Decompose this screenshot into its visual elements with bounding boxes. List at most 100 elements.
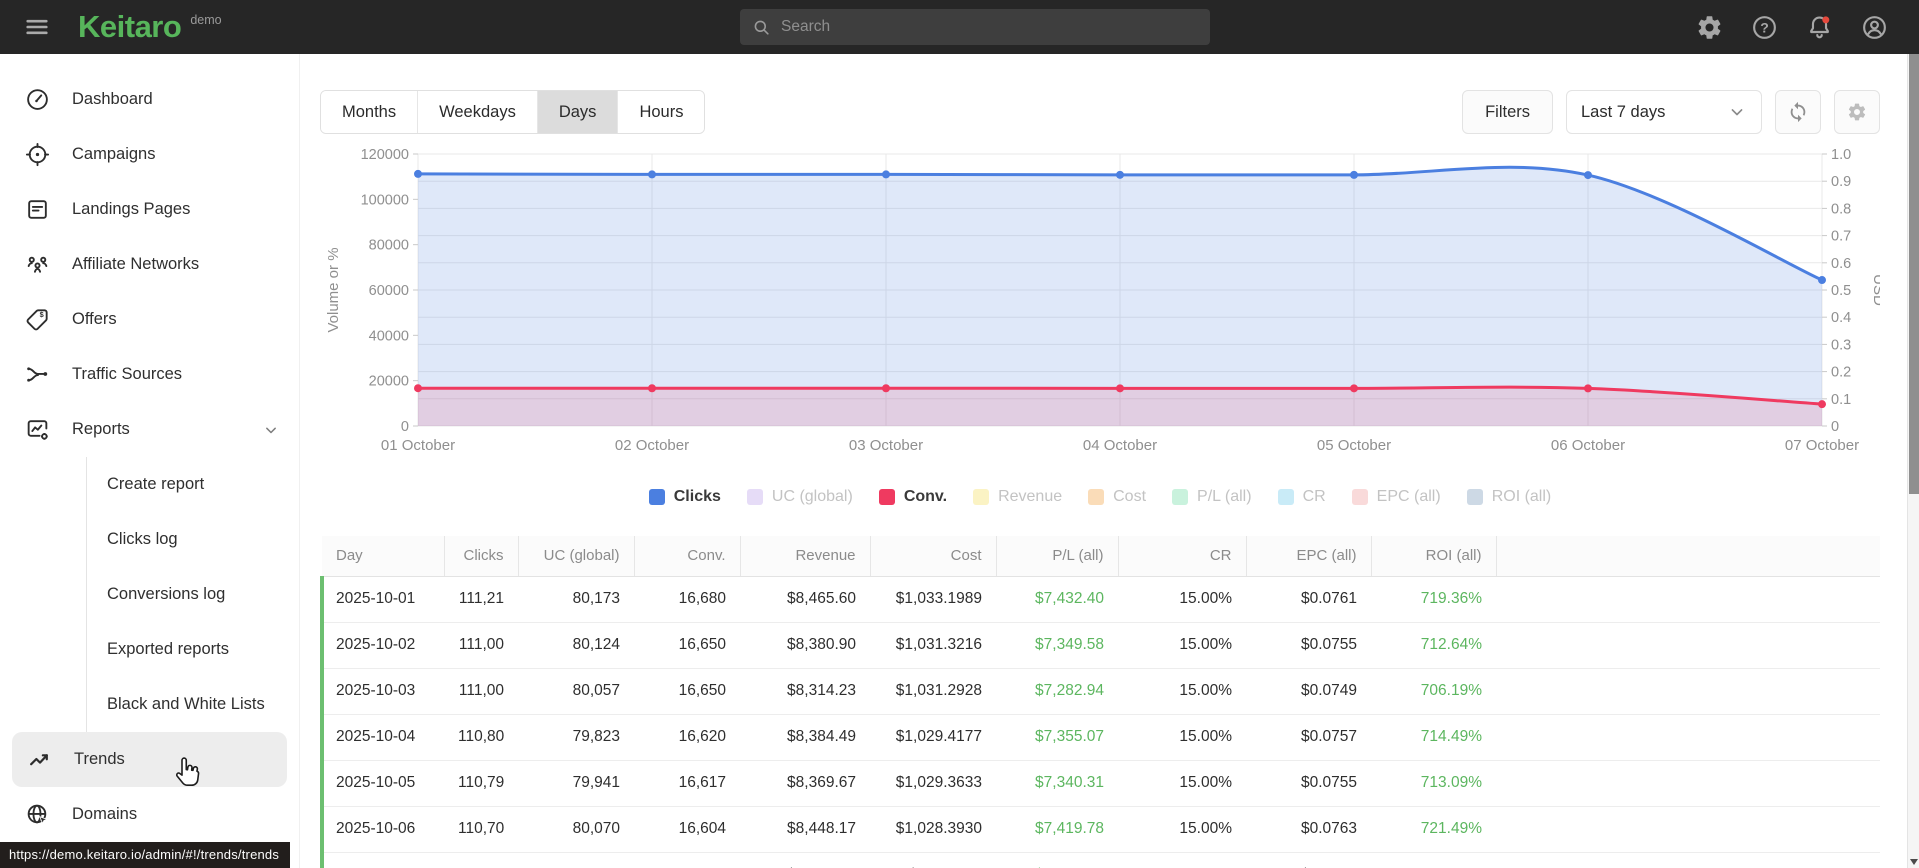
legend-item-uc-global[interactable]: UC (global) — [746, 488, 853, 506]
table-row: 2025-10-05 110,79 79,941 16,617 $8,369.67 $1,… — [320, 759, 1880, 806]
cell-epc-all: $0.0757 — [1246, 713, 1371, 760]
cell-cost: $1,031.3216 — [870, 621, 996, 668]
chevron-down-icon — [1727, 102, 1747, 122]
legend-label: ROI (all) — [1491, 488, 1552, 505]
sidebar-item-clicks-log[interactable]: Clicks log — [87, 512, 299, 567]
cell-revenue: $8,465.60 — [740, 576, 870, 622]
legend-item-clicks[interactable]: Clicks — [648, 488, 721, 506]
cell-roi-all: 712.50% — [1371, 851, 1496, 868]
cell-p-l-all: $7,419.78 — [996, 805, 1118, 852]
cell-roi-all: 721.49% — [1371, 805, 1496, 852]
sidebar-item-affiliate-networks[interactable]: Affiliate Networks — [0, 237, 299, 292]
trends-chart-svg: 0 20000 40000 60000 80000 100000 120000 0 0.1 0.2… — [325, 147, 1887, 454]
tab-weekdays[interactable]: Weekdays — [417, 91, 537, 133]
cell-day: 2025-10-03 — [320, 667, 444, 714]
cell-day: 2025-10-01 — [320, 576, 444, 622]
tab-days[interactable]: Days — [536, 91, 618, 133]
legend-item-revenue[interactable]: Revenue — [973, 488, 1062, 506]
tab-months[interactable]: Months — [321, 91, 418, 133]
reports-icon — [24, 417, 50, 443]
svg-text:0.7: 0.7 — [1831, 229, 1851, 245]
sidebar-item-exported-reports[interactable]: Exported reports — [87, 622, 299, 677]
cell-cr: 15.00% — [1118, 805, 1246, 852]
cell-cost: $1,028.3930 — [870, 805, 996, 852]
sidebar-item-landings-pages[interactable]: Landings Pages — [0, 182, 299, 237]
svg-text:80000: 80000 — [369, 238, 409, 254]
legend-swatch — [1351, 489, 1368, 505]
svg-text:USD: USD — [1870, 274, 1880, 306]
sidebar-item-domains[interactable]: Domains — [0, 787, 299, 842]
sidebar-item-label: Dashboard — [72, 90, 153, 108]
cell-filler — [1496, 576, 1880, 622]
trends-chart: 0 20000 40000 60000 80000 100000 120000 0 0.1 0.2… — [320, 146, 1887, 468]
column-header-cost: Cost — [869, 536, 996, 577]
legend-swatch — [1172, 489, 1189, 505]
chart-settings-button[interactable] — [1834, 90, 1880, 134]
cell-p-l-all: $7,432.40 — [996, 576, 1118, 622]
cell-clicks: 110,80 — [444, 713, 518, 760]
svg-text:100000: 100000 — [361, 192, 409, 208]
hamburger-menu-icon[interactable] — [20, 10, 54, 44]
svg-text:60000: 60000 — [369, 283, 409, 299]
svg-text:Volume or %: Volume or % — [325, 247, 342, 332]
cell-uc-global: 80,057 — [518, 667, 634, 714]
env-label: demo — [190, 13, 222, 27]
table-row: 2025-10-02 111,00 80,124 16,650 $8,380.90 $1,… — [320, 621, 1880, 668]
sidebar-item-traffic-sources[interactable]: Traffic Sources — [0, 347, 299, 402]
cell-clicks: 110,70 — [444, 805, 518, 852]
sidebar-item-offers[interactable]: $ Offers — [0, 292, 299, 347]
cell-clicks: 64,40 — [444, 851, 518, 868]
date-range-value: Last 7 days — [1581, 102, 1666, 121]
legend-item-cost[interactable]: Cost — [1088, 488, 1146, 506]
sidebar-item-conversions-log[interactable]: Conversions log — [87, 567, 299, 622]
tab-hours[interactable]: Hours — [617, 91, 705, 133]
user-avatar-icon[interactable] — [1859, 12, 1889, 42]
cell-cost: $1,029.4177 — [870, 713, 996, 760]
sidebar-item-trends[interactable]: Trends — [12, 732, 287, 787]
notifications-bell-icon[interactable] — [1804, 12, 1834, 42]
settings-gear-icon[interactable] — [1694, 12, 1724, 42]
cell-filler — [1496, 667, 1880, 714]
cell-cr: 15.00% — [1118, 667, 1246, 714]
legend-swatch — [1277, 489, 1294, 505]
cell-conv: 9,642 — [634, 851, 740, 868]
legend-label: Revenue — [998, 488, 1063, 505]
sidebar-item-label: Traffic Sources — [72, 365, 183, 383]
legend-label: CR — [1302, 488, 1326, 505]
column-header-day: Day — [322, 536, 444, 577]
legend-item-epc-all[interactable]: EPC (all) — [1351, 488, 1441, 506]
cell-cost: $1,031.2928 — [870, 667, 996, 714]
landings-icon — [24, 197, 50, 223]
offers-icon: $ — [24, 307, 50, 333]
sidebar-item-dashboard[interactable]: Dashboard — [0, 72, 299, 127]
scrollbar-thumb[interactable] — [1909, 54, 1919, 494]
cell-filler — [1496, 713, 1880, 760]
sidebar-item-label: Offers — [72, 310, 117, 328]
cell-revenue: $8,380.90 — [740, 621, 870, 668]
search-input[interactable] — [781, 18, 1198, 36]
legend-item-roi-all[interactable]: ROI (all) — [1466, 488, 1552, 506]
scrollbar-down-arrow[interactable] — [1910, 859, 1918, 865]
svg-text:120000: 120000 — [361, 147, 409, 163]
column-header-roi-all: ROI (all) — [1370, 536, 1496, 577]
legend-item-conv[interactable]: Conv. — [878, 488, 947, 506]
cell-epc-all: $0.0761 — [1246, 576, 1371, 622]
topbar: Keitaro demo ? — [0, 0, 1919, 54]
svg-text:03 October: 03 October — [849, 437, 923, 454]
legend-item-cr[interactable]: CR — [1277, 488, 1326, 506]
filters-button[interactable]: Filters — [1462, 90, 1553, 134]
date-range-select[interactable]: Last 7 days — [1566, 90, 1762, 134]
svg-text:0.5: 0.5 — [1831, 283, 1851, 299]
sidebar-item-campaigns[interactable]: Campaigns — [0, 127, 299, 182]
sidebar-item-black-and-white-lists[interactable]: Black and White Lists — [87, 677, 299, 732]
refresh-button[interactable] — [1775, 90, 1821, 134]
cell-clicks: 111,00 — [444, 667, 518, 714]
cell-day: 2025-10-04 — [320, 713, 444, 760]
sidebar-item-create-report[interactable]: Create report — [87, 457, 299, 512]
brand-logo[interactable]: Keitaro — [78, 10, 182, 44]
sidebar-item-reports[interactable]: Reports — [0, 402, 299, 457]
chart-legend: Clicks UC (global) Conv. Revenue Cost P/L (al… — [320, 484, 1880, 510]
sidebar-item-label: Campaigns — [72, 145, 156, 163]
legend-item-p-l-all[interactable]: P/L (all) — [1172, 488, 1252, 506]
help-icon[interactable]: ? — [1749, 12, 1779, 42]
